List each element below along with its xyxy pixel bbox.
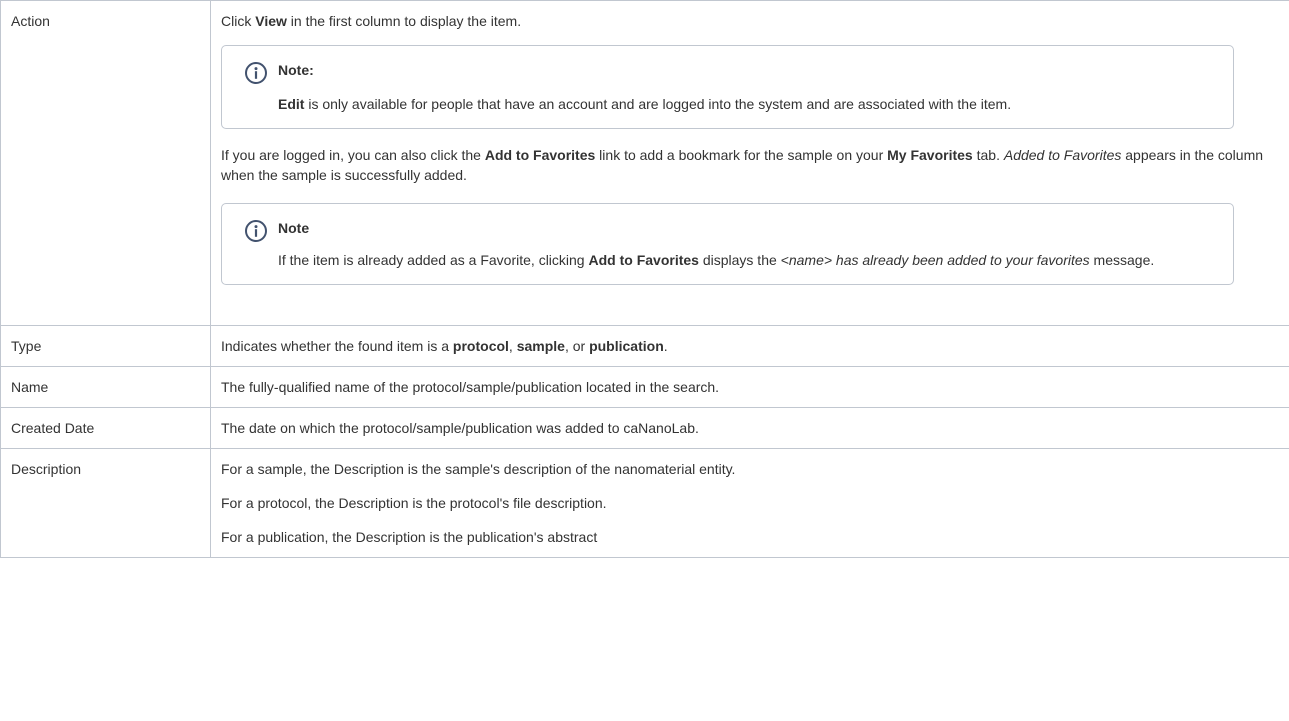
table-row: Action Click View in the first column to… [0,0,1289,326]
note-panel-edit: Note: Edit is only available for people … [221,45,1234,129]
text-span: tab. [972,147,1004,163]
text-span: is only available for people that have a… [304,96,1012,112]
text-span: , [508,338,517,354]
row-label-description: Description [0,448,211,558]
row-content-type: Indicates whether the found item is a pr… [210,325,1289,367]
row-label-type: Type [0,325,211,367]
row-content-description: For a sample, the Description is the sam… [210,448,1289,558]
text-span: Click [221,13,256,29]
text-span: If you are logged in, you can also click… [221,147,485,163]
bold-publication: publication [589,338,664,354]
note-title: Note [278,220,310,236]
bold-view: View [255,13,287,29]
row-label-name: Name [0,366,211,408]
description-protocol: For a protocol, the Description is the p… [221,495,607,511]
results-columns-table: Action Click View in the first column to… [0,0,1289,558]
action-paragraph-view: Click View in the first column to displa… [221,11,1289,31]
bold-edit: Edit [278,96,305,112]
text-span: in the first column to display the item. [286,13,522,29]
row-content-created-date: The date on which the protocol/sample/pu… [210,407,1289,449]
info-icon [245,220,267,242]
bold-add-to-favorites: Add to Favorites [588,252,699,268]
table-row: Created Date The date on which the proto… [0,407,1289,449]
table-row: Type Indicates whether the found item is… [0,325,1289,367]
text-span: Indicates whether the found item is a [221,338,453,354]
description-publication: For a publication, the Description is th… [221,529,598,545]
italic-added-to-favorites: Added to Favorites [1003,147,1122,163]
bold-protocol: protocol [452,338,509,354]
text-span: displays the [698,252,781,268]
info-icon [245,62,267,84]
bold-add-to-favorites: Add to Favorites [484,147,596,163]
row-content-action: Click View in the first column to displa… [210,0,1289,326]
text-span: . [663,338,668,354]
description-sample: For a sample, the Description is the sam… [221,461,736,477]
table-row: Name The fully-qualified name of the pro… [0,366,1289,408]
text-span: , or [564,338,590,354]
text-span: If the item is already added as a Favori… [278,252,589,268]
action-paragraph-favorites: If you are logged in, you can also click… [221,145,1289,185]
bold-sample: sample [516,338,565,354]
row-label-created-date: Created Date [0,407,211,449]
row-label-action: Action [0,0,211,326]
italic-message: <name> has already been added to your fa… [780,252,1090,268]
text-span: message. [1089,252,1155,268]
row-content-name: The fully-qualified name of the protocol… [210,366,1289,408]
table-row: Description For a sample, the Descriptio… [0,448,1289,558]
bold-my-favorites: My Favorites [887,147,973,163]
note-title: Note: [278,62,314,78]
text-span: link to add a bookmark for the sample on… [595,147,888,163]
note-body: If the item is already added as a Favori… [278,250,1193,270]
note-body: Edit is only available for people that h… [278,94,1193,114]
note-panel-favorite: Note If the item is already added as a F… [221,203,1234,285]
